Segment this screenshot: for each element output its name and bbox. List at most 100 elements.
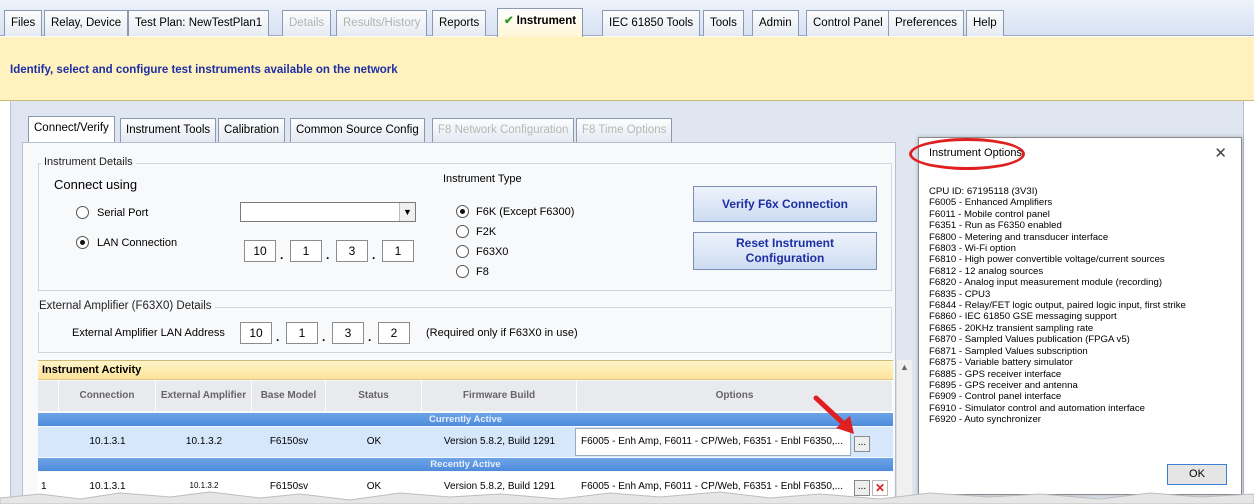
serial-port-select[interactable]: ▼ xyxy=(240,202,416,222)
subtab-label: Instrument Tools xyxy=(126,124,211,136)
ext-ip-octet-2[interactable]: 1 xyxy=(286,322,318,344)
ip-octet-1[interactable]: 10 xyxy=(244,240,276,262)
tab-label: Admin xyxy=(759,17,792,29)
type-f63x0-radio[interactable] xyxy=(456,245,469,258)
subtab-f8-network-configuration[interactable]: F8 Network Configuration xyxy=(432,118,575,142)
ok-button[interactable]: OK xyxy=(1167,464,1227,485)
ext-ip-octet-4[interactable]: 2 xyxy=(378,322,410,344)
main-tab-bar: Files Relay, Device Test Plan: NewTestPl… xyxy=(0,0,1254,37)
torn-edge xyxy=(0,491,1254,504)
cell-status: OK xyxy=(366,436,382,447)
subtab-common-source-config[interactable]: Common Source Config xyxy=(290,118,425,142)
tab-instrument[interactable]: ✔ Instrument xyxy=(497,8,584,37)
lan-connection-label: LAN Connection xyxy=(97,237,178,249)
option-line: F6865 - 20KHz transient sampling rate xyxy=(929,322,1094,334)
instrument-activity-header: Instrument Activity xyxy=(38,360,893,380)
tab-reports[interactable]: Reports xyxy=(432,10,487,36)
serial-port-radio[interactable] xyxy=(76,206,89,219)
tab-control-panel[interactable]: Control Panel xyxy=(806,10,890,36)
options-list: CPU ID: 67195118 (3V3I) F6005 - Enhanced … xyxy=(929,186,1239,426)
option-line: F6860 - IEC 61850 GSE messaging support xyxy=(929,311,1117,323)
ip-octet-3[interactable]: 3 xyxy=(336,240,368,262)
option-line: F6810 - High power convertible voltage/c… xyxy=(929,254,1165,266)
tab-label: Results/History xyxy=(343,17,421,29)
row-index-header xyxy=(38,381,59,411)
column-header-status[interactable]: Status xyxy=(326,381,422,411)
subtab-instrument-tools[interactable]: Instrument Tools xyxy=(120,118,217,142)
option-line: F6005 - Enhanced Amplifiers xyxy=(929,197,1053,209)
vertical-scrollbar[interactable]: ▲ xyxy=(896,360,912,504)
scroll-up-icon[interactable]: ▲ xyxy=(900,362,909,372)
option-line: F6803 - Wi-Fi option xyxy=(929,243,1016,255)
option-line: F6351 - Run as F6350 enabled xyxy=(929,220,1062,232)
column-header-connection[interactable]: Connection xyxy=(59,381,156,411)
tab-preferences[interactable]: Preferences xyxy=(888,10,965,36)
external-amplifier-label: External Amplifier (F63X0) Details xyxy=(36,300,215,312)
tab-label: Instrument xyxy=(516,15,577,27)
type-f63x0-label: F63X0 xyxy=(476,246,509,258)
annotation-arrow-icon xyxy=(813,395,854,434)
dialog-title: Instrument Options xyxy=(929,147,1022,159)
option-line: F6895 - GPS receiver and antenna xyxy=(929,379,1078,391)
ip-separator: . xyxy=(372,248,376,262)
option-line: F6011 - Mobile control panel xyxy=(929,208,1050,220)
column-header-firmware-build[interactable]: Firmware Build xyxy=(422,381,577,411)
close-icon[interactable]: ✕ xyxy=(1214,144,1227,162)
cell-external-amplifier: 10.1.3.2 xyxy=(185,436,223,447)
subtab-label: Common Source Config xyxy=(296,124,419,136)
subtab-label: F8 Network Configuration xyxy=(438,124,569,136)
subtab-f8-time-options[interactable]: F8 Time Options xyxy=(576,118,673,142)
reset-instrument-button[interactable]: Reset Instrument Configuration xyxy=(693,232,877,270)
subtab-label: Calibration xyxy=(224,124,279,136)
option-line: F6871 - Sampled Values subscription xyxy=(929,345,1088,357)
tab-label: Reports xyxy=(439,17,480,29)
tab-help[interactable]: Help xyxy=(966,10,1004,36)
option-line: F6910 - Simulator control and automation… xyxy=(929,402,1145,414)
instrument-type-label: Instrument Type xyxy=(443,173,522,185)
subtab-label: F8 Time Options xyxy=(582,124,667,136)
column-header-base-model[interactable]: Base Model xyxy=(252,381,326,411)
ip-octet-2[interactable]: 1 xyxy=(290,240,322,262)
subtab-connect-verify[interactable]: Connect/Verify xyxy=(28,116,115,143)
option-line: F6820 - Analog input measurement module … xyxy=(929,277,1163,289)
tab-relay-device[interactable]: Relay, Device xyxy=(44,10,129,36)
ip-octet-4[interactable]: 1 xyxy=(382,240,414,262)
type-f6k-radio[interactable] xyxy=(456,205,469,218)
tab-label: Help xyxy=(973,17,997,29)
verify-connection-button[interactable]: Verify F6x Connection xyxy=(693,186,877,222)
tab-results-history[interactable]: Results/History xyxy=(336,10,428,36)
view-options-button[interactable]: ... xyxy=(854,436,870,452)
subtab-label: Connect/Verify xyxy=(34,122,109,134)
option-line: F6835 - CPU3 xyxy=(929,288,991,300)
subtab-calibration[interactable]: Calibration xyxy=(218,118,285,142)
tab-label: Tools xyxy=(710,17,737,29)
type-f2k-radio[interactable] xyxy=(456,225,469,238)
option-line: F6909 - Control panel interface xyxy=(929,391,1062,403)
lan-connection-radio[interactable] xyxy=(76,236,89,249)
ip-separator: . xyxy=(322,330,326,344)
option-line: CPU ID: 67195118 (3V3I) xyxy=(929,186,1038,197)
column-header-external-amplifier[interactable]: External Amplifier xyxy=(156,381,252,411)
type-f8-radio[interactable] xyxy=(456,265,469,278)
ext-ip-octet-3[interactable]: 3 xyxy=(332,322,364,344)
ip-separator: . xyxy=(280,248,284,262)
chevron-down-icon: ▼ xyxy=(399,203,415,221)
cell-connection: 10.1.3.1 xyxy=(89,436,126,447)
reset-button-line2: Configuration xyxy=(745,251,825,265)
tab-admin[interactable]: Admin xyxy=(752,10,799,36)
tab-iec-61850-tools[interactable]: IEC 61850 Tools xyxy=(602,10,701,36)
ip-separator: . xyxy=(276,330,280,344)
tab-label: Preferences xyxy=(895,17,958,29)
instructions-banner: Identify, select and configure test inst… xyxy=(0,37,1254,101)
banner-text: Identify, select and configure test inst… xyxy=(10,64,398,76)
tab-details[interactable]: Details xyxy=(282,10,332,36)
instrument-options-dialog: Instrument Options ✕ CPU ID: 67195118 (3… xyxy=(909,137,1242,495)
type-f6k-label: F6K (Except F6300) xyxy=(476,206,575,218)
serial-port-label: Serial Port xyxy=(97,207,149,219)
tab-test-plan[interactable]: Test Plan: NewTestPlan1 xyxy=(128,10,270,36)
option-line: F6870 - Sampled Values publication (FPGA… xyxy=(929,334,1130,346)
ext-ip-octet-1[interactable]: 10 xyxy=(240,322,272,344)
tab-tools[interactable]: Tools xyxy=(703,10,744,36)
tab-files[interactable]: Files xyxy=(4,10,43,36)
option-line: F6812 - 12 analog sources xyxy=(929,265,1044,277)
